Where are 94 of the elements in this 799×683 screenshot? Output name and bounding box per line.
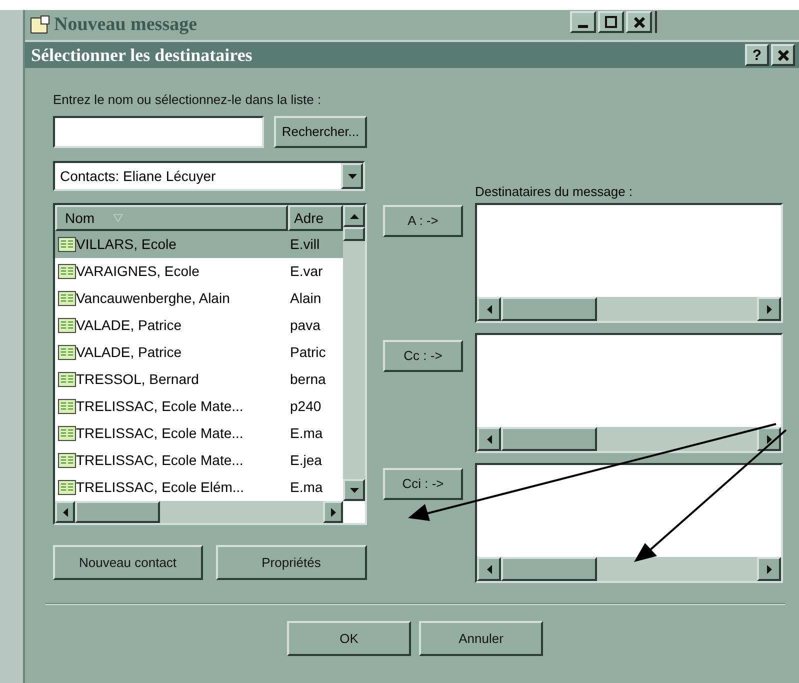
contact-address: E.var [289, 262, 323, 281]
caret-right-icon [766, 434, 772, 444]
minimize-button[interactable] [570, 11, 596, 33]
caret-left-icon [62, 508, 68, 516]
contact-address: E.ma [289, 478, 323, 497]
sort-arrow-icon [112, 214, 123, 222]
contact-name: TRELISSAC, Ecole Mate... [76, 397, 244, 416]
contact-name: Vancauwenberghe, Alain [76, 289, 231, 308]
contact-card-icon [58, 318, 76, 333]
scroll-down-button[interactable] [343, 479, 365, 501]
contact-address: E.vill [289, 235, 320, 254]
contact-name: VALADE, Patrice [76, 343, 183, 362]
scroll-thumb[interactable] [501, 297, 597, 321]
horizontal-scrollbar[interactable] [477, 557, 781, 581]
add-recipient-button[interactable]: Cc : -> [383, 340, 463, 372]
scroll-left-button[interactable] [477, 427, 501, 451]
close-button[interactable] [771, 44, 795, 66]
scroll-thumb[interactable] [501, 427, 597, 451]
recipients-list[interactable] [475, 463, 783, 583]
contact-card-icon [58, 426, 76, 441]
help-button[interactable]: ? [745, 44, 769, 66]
caret-right-icon [766, 564, 772, 574]
dialog-button[interactable]: Annuler [419, 621, 543, 656]
close-icon [634, 16, 645, 28]
dialog-title: Sélectionner les destinataires [31, 44, 252, 66]
contact-card-icon [58, 291, 76, 306]
contact-action-button[interactable]: Propriétés [216, 545, 367, 580]
scroll-left-button[interactable] [477, 297, 501, 321]
contact-name: TRESSOL, Bernard [76, 370, 200, 389]
scroll-right-button[interactable] [323, 501, 343, 523]
caret-right-icon [766, 304, 772, 314]
contact-card-icon [58, 264, 76, 279]
caret-down-icon [348, 174, 356, 178]
contact-action-button[interactable]: Nouveau contact [53, 545, 203, 580]
caret-right-icon [330, 508, 336, 516]
contact-card-icon [58, 345, 76, 360]
contact-card-icon [58, 237, 76, 252]
scroll-left-button[interactable] [477, 557, 501, 581]
contact-row[interactable]: VILLARS, Ecole E.vill [55, 231, 343, 258]
vertical-scrollbar[interactable] [343, 205, 365, 501]
contact-address: Alain [289, 289, 322, 308]
caret-left-icon [486, 434, 492, 444]
column-header[interactable]: Nom [55, 205, 288, 231]
column-label: Nom [65, 208, 95, 228]
caret-down-icon [350, 488, 358, 492]
add-recipient-button[interactable]: A : -> [383, 205, 463, 237]
contact-address: p240 [289, 397, 322, 416]
scroll-thumb[interactable] [501, 557, 597, 581]
recipients-label: Destinataires du message : [475, 183, 634, 200]
scroll-left-button[interactable] [55, 501, 75, 523]
contact-card-icon [58, 399, 76, 414]
contact-card-icon [58, 453, 76, 468]
scroll-thumb[interactable] [75, 501, 160, 523]
contact-address: berna [289, 370, 326, 389]
recipients-list[interactable] [475, 333, 783, 453]
contact-card-icon [58, 480, 76, 495]
contact-name: VILLARS, Ecole [76, 235, 178, 254]
maximize-button[interactable] [598, 11, 624, 33]
contact-address: E.ma [289, 424, 323, 443]
window-title: Nouveau message [54, 12, 198, 37]
minimize-icon [578, 25, 588, 28]
contact-name: TRELISSAC, Ecole Mate... [76, 424, 244, 443]
recipients-list[interactable] [475, 203, 783, 323]
message-icon [30, 15, 50, 35]
contact-name: VALADE, Patrice [76, 316, 183, 335]
name-input-field[interactable] [53, 116, 264, 148]
add-recipient-button[interactable]: Cci : -> [383, 468, 463, 500]
close-button[interactable] [626, 11, 652, 33]
scroll-right-button[interactable] [757, 557, 781, 581]
maximize-icon [605, 16, 618, 28]
contact-name: VARAIGNES, Ecole [76, 262, 200, 281]
dialog-button[interactable]: OK [287, 621, 411, 656]
caret-left-icon [486, 564, 492, 574]
address-book-dropdown[interactable]: Contacts: Eliane Lécuyer [53, 161, 365, 191]
contact-address: Patric [289, 343, 326, 362]
dropdown-value: Contacts: Eliane Lécuyer [59, 166, 217, 186]
horizontal-scrollbar[interactable] [477, 427, 781, 451]
scroll-thumb[interactable] [343, 227, 365, 241]
search-button[interactable]: Rechercher... [274, 116, 367, 148]
contact-address: E.jea [289, 451, 322, 470]
scroll-right-button[interactable] [757, 297, 781, 321]
dropdown-arrow-button[interactable] [341, 163, 363, 189]
caret-up-icon [350, 214, 358, 218]
column-header[interactable]: Adre [288, 205, 343, 231]
contact-card-icon [58, 372, 76, 387]
contact-name: TRELISSAC, Ecole Elém... [76, 478, 246, 497]
search-label: Entrez le nom ou sélectionnez-le dans la liste : [53, 91, 322, 108]
contact-address: pava [289, 316, 320, 335]
scroll-up-button[interactable] [343, 205, 365, 227]
close-icon [778, 50, 788, 60]
horizontal-scrollbar[interactable] [55, 501, 343, 523]
horizontal-scrollbar[interactable] [477, 297, 781, 321]
contact-name: TRELISSAC, Ecole Mate... [76, 451, 244, 470]
caret-left-icon [486, 304, 492, 314]
